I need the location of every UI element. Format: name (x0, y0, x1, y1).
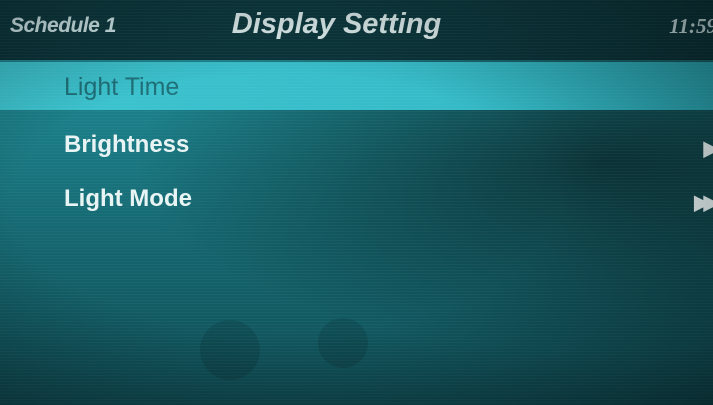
title-bar: Schedule 1 Display Setting 11:59 (0, 0, 713, 60)
menu-item-label: Light Mode (64, 185, 192, 212)
double-right-arrow-icon: ▶▶ (694, 192, 713, 214)
menu-item-label: Light Time (64, 73, 180, 101)
screen-glare-spot (318, 318, 368, 368)
settings-menu: Light Time Brightness ▶ Light Mode ▶▶ (0, 62, 713, 226)
right-arrow-icon: ▶ (703, 138, 713, 160)
menu-item-label: Brightness (64, 131, 190, 158)
menu-item-light-mode[interactable]: Light Mode ▶▶ (0, 172, 713, 226)
menu-item-brightness[interactable]: Brightness ▶ (0, 118, 713, 172)
screen-glare-spot (200, 320, 260, 380)
clock-time: 11:59 (669, 14, 713, 38)
device-screen: Schedule 1 Display Setting 11:59 Light T… (0, 0, 713, 405)
page-title: Display Setting (231, 8, 442, 40)
menu-item-light-time[interactable]: Light Time (0, 62, 713, 110)
